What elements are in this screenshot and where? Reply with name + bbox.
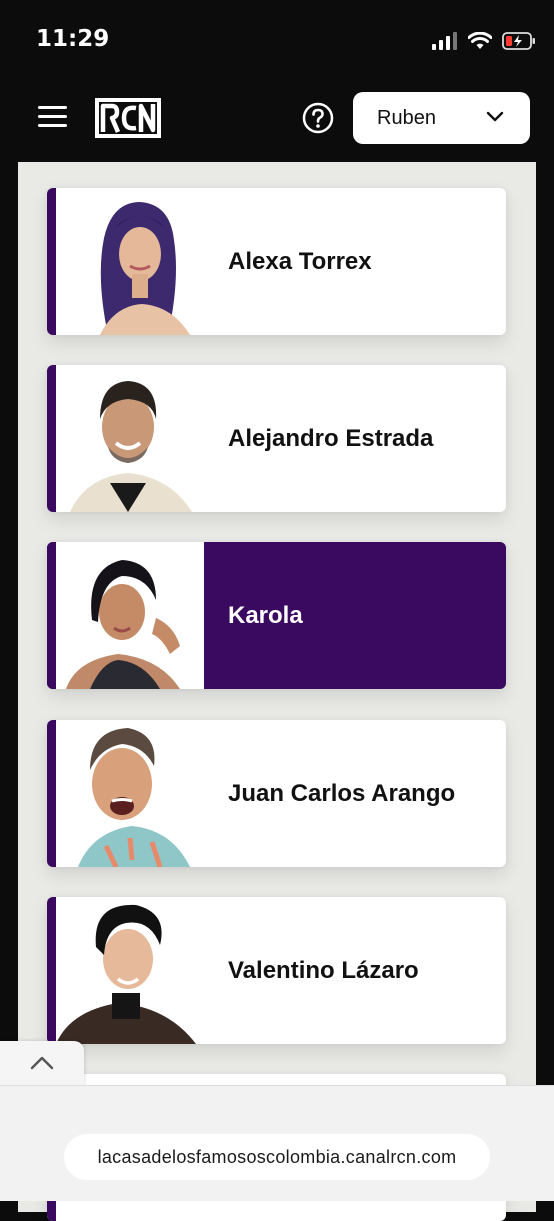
contestant-card-selected[interactable]: Karola — [47, 542, 506, 689]
site-header: Ruben — [0, 80, 554, 162]
contestant-card[interactable]: Alejandro Estrada — [47, 365, 506, 512]
chevron-up-icon — [30, 1056, 54, 1070]
chevron-down-icon — [486, 111, 504, 122]
contestant-name: Valentino Lázaro — [228, 956, 419, 984]
contestant-name: Alejandro Estrada — [228, 424, 434, 452]
user-select-value: Ruben — [377, 107, 436, 129]
url-bar[interactable]: lacasadelosfamososcolombia.canalrcn.com — [64, 1134, 490, 1180]
status-time: 11:29 — [36, 26, 110, 52]
browser-toolbar: lacasadelosfamososcolombia.canalrcn.com — [0, 1085, 554, 1201]
contestant-card[interactable]: Juan Carlos Arango — [47, 720, 506, 867]
signal-icon — [432, 32, 457, 50]
wifi-icon — [468, 32, 492, 49]
user-select[interactable]: Ruben — [353, 92, 530, 144]
contestant-name: Juan Carlos Arango — [228, 779, 456, 807]
menu-icon[interactable] — [38, 104, 68, 128]
contestant-photo — [56, 720, 204, 867]
help-icon[interactable] — [302, 102, 334, 134]
contestant-photo — [56, 542, 204, 689]
status-bar: 11:29 — [0, 0, 554, 80]
contestant-photo — [56, 897, 204, 1044]
status-icons — [432, 28, 536, 54]
battery-icon — [502, 32, 535, 50]
contestant-list: Alexa Torrex Alejandro Estrada Karola Ju… — [18, 162, 536, 1221]
contestant-photo — [56, 188, 204, 335]
collapse-toolbar-button[interactable] — [0, 1041, 84, 1087]
rcn-logo[interactable] — [94, 97, 162, 139]
contestant-card[interactable]: Valentino Lázaro — [47, 897, 506, 1044]
contestant-card[interactable]: Alexa Torrex — [47, 188, 506, 335]
contestant-photo — [56, 365, 204, 512]
contestant-name: Alexa Torrex — [228, 247, 372, 275]
contestant-name: Karola — [228, 601, 303, 629]
